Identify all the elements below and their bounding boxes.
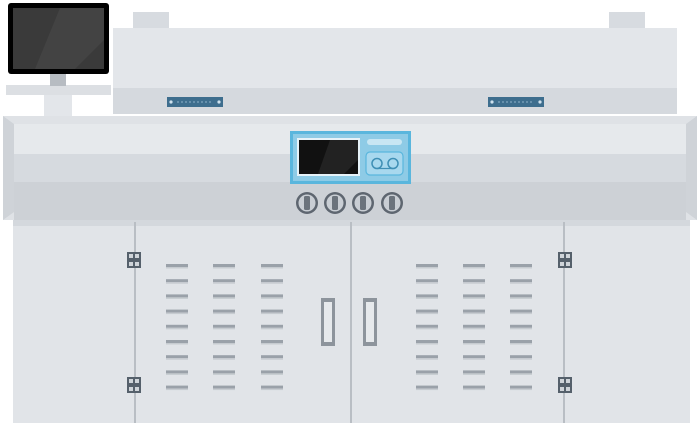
vent-plate-right — [488, 97, 544, 107]
hood-body — [113, 28, 677, 90]
lower-cabinet — [13, 220, 690, 423]
vent-plate-left — [167, 97, 223, 107]
vent-grille-icon — [463, 264, 485, 391]
vent-grille-icon — [416, 264, 438, 391]
hinge-icon — [127, 377, 141, 393]
vent-grille-icon — [510, 264, 532, 391]
hinge-icon — [558, 377, 572, 393]
vent-grille-icon — [166, 264, 188, 391]
display-icon — [297, 138, 360, 176]
vent-grille-icon — [213, 264, 235, 391]
knob-icon — [324, 192, 346, 214]
knob-icon — [296, 192, 318, 214]
control-panel — [290, 131, 411, 184]
reflow-oven-illustration — [0, 0, 697, 423]
knob-icon — [352, 192, 374, 214]
panel-dial-group — [365, 151, 404, 176]
hood-bump-right — [609, 12, 645, 30]
vent-grille-icon — [261, 264, 283, 391]
monitor-icon — [6, 3, 111, 116]
knob-icon — [381, 192, 403, 214]
upper-hood — [113, 12, 677, 114]
hinge-icon — [558, 252, 572, 268]
door-handle-left — [321, 298, 335, 346]
hinge-icon — [127, 252, 141, 268]
panel-indicator-bar — [367, 139, 402, 145]
door-handle-right — [363, 298, 377, 346]
hood-bump-left — [133, 12, 169, 30]
